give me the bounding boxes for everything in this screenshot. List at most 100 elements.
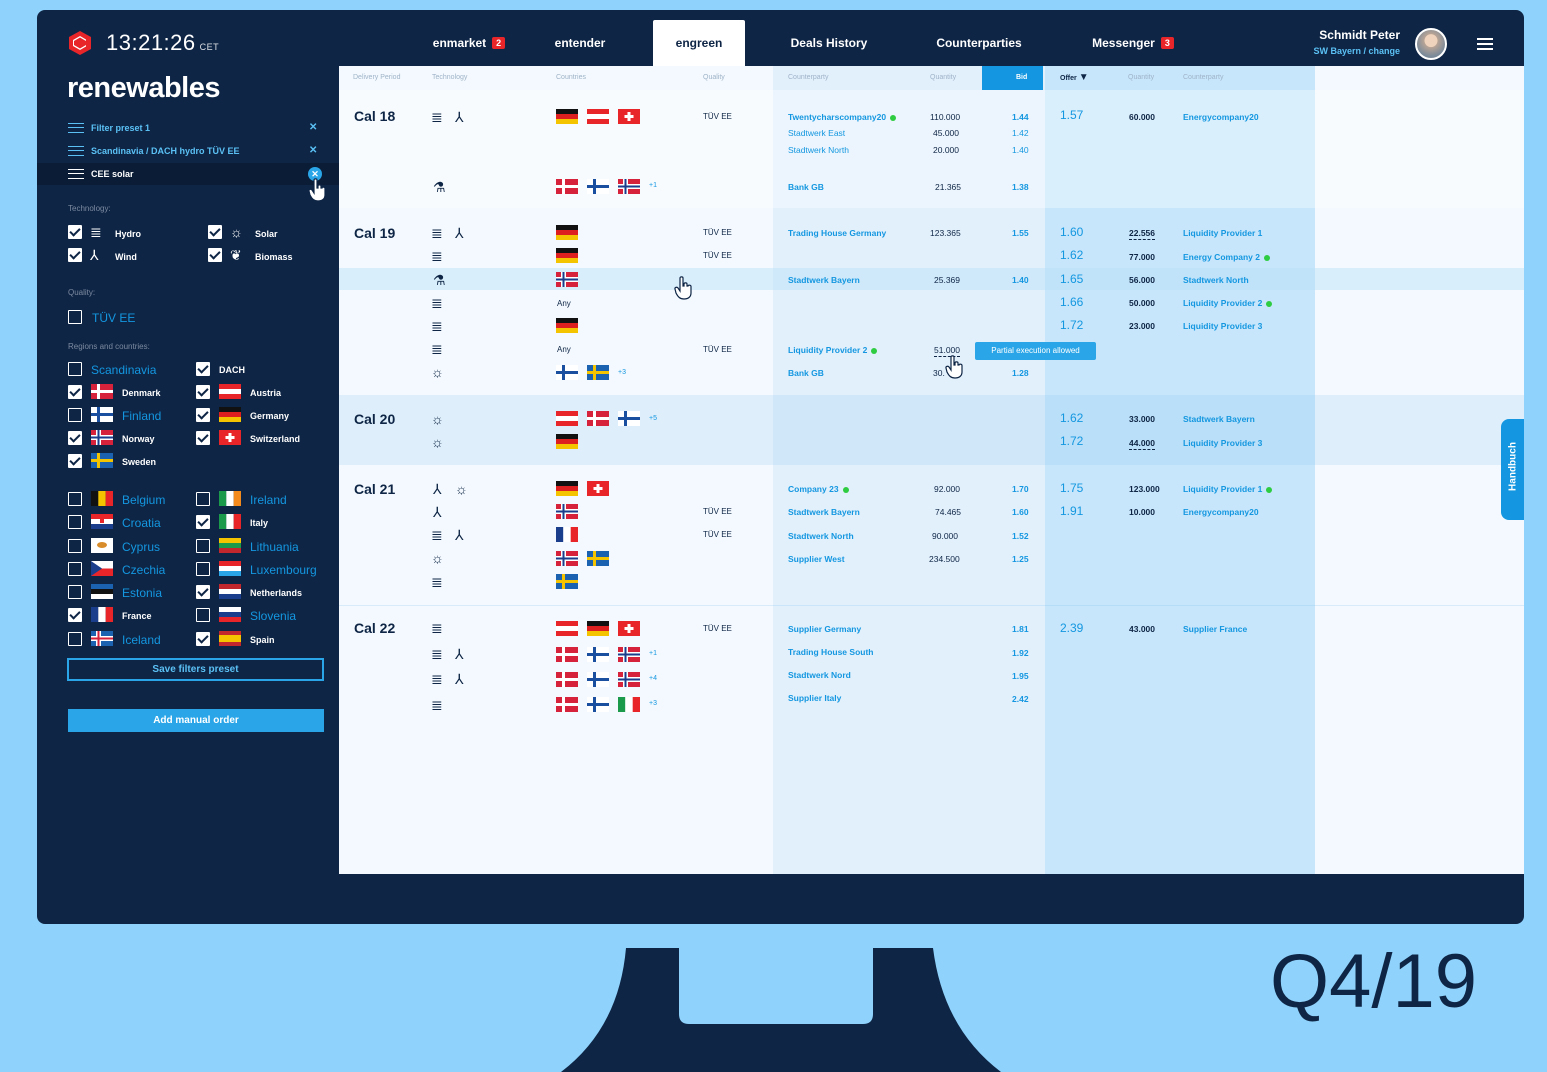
checkbox-denmark[interactable] bbox=[68, 385, 82, 399]
bid-price[interactable]: 1.25 bbox=[1012, 553, 1029, 565]
checkbox-hydro[interactable] bbox=[68, 225, 82, 239]
col-counterparty-bid[interactable]: Counterparty bbox=[788, 66, 828, 90]
offer-price[interactable]: 1.65 bbox=[1060, 273, 1083, 285]
more-countries[interactable]: +3 bbox=[618, 369, 626, 376]
offer-counterparty[interactable]: Liquidity Provider 3 bbox=[1183, 437, 1262, 449]
offer-price[interactable]: 2.39 bbox=[1060, 622, 1083, 634]
bid-counterparty[interactable]: Supplier Italy bbox=[788, 692, 841, 704]
offer-price[interactable]: 1.75 bbox=[1060, 482, 1083, 494]
bid-price[interactable]: 1.38 bbox=[1012, 181, 1029, 193]
more-countries[interactable]: +5 bbox=[649, 415, 657, 422]
checkbox-tuv-ee[interactable] bbox=[68, 310, 82, 324]
col-quality[interactable]: Quality bbox=[703, 66, 725, 90]
offer-counterparty[interactable]: Stadtwerk North bbox=[1183, 274, 1249, 286]
bid-counterparty[interactable]: Stadtwerk Bayern bbox=[788, 506, 860, 518]
bid-price[interactable]: 1.92 bbox=[1012, 647, 1029, 659]
checkbox-austria[interactable] bbox=[196, 385, 210, 399]
tab-counterparties[interactable]: Counterparties bbox=[928, 20, 1030, 66]
offer-counterparty[interactable]: Liquidity Provider 1 bbox=[1183, 227, 1262, 239]
save-filters-preset-button[interactable]: Save filters preset bbox=[67, 658, 324, 681]
col-offer[interactable]: Offer ▼ bbox=[1060, 66, 1089, 90]
checkbox-luxembourg[interactable] bbox=[196, 562, 210, 576]
bid-price[interactable]: 1.95 bbox=[1012, 670, 1029, 682]
tab-deals-history[interactable]: Deals History bbox=[782, 20, 876, 66]
bid-counterparty[interactable]: Stadtwerk North bbox=[788, 530, 854, 542]
offer-price[interactable]: 1.66 bbox=[1060, 296, 1083, 308]
offer-price[interactable]: 1.72 bbox=[1060, 319, 1083, 331]
checkbox-netherlands[interactable] bbox=[196, 585, 210, 599]
bid-counterparty[interactable]: Liquidity Provider 2 bbox=[788, 344, 878, 356]
tab-engreen[interactable]: engreen bbox=[653, 20, 745, 66]
checkbox-norway[interactable] bbox=[68, 431, 82, 445]
bid-counterparty[interactable]: Stadtwerk Bayern bbox=[788, 274, 860, 286]
checkbox-belgium[interactable] bbox=[68, 492, 82, 506]
tab-messenger[interactable]: Messenger 3 bbox=[1080, 20, 1186, 66]
bid-counterparty[interactable]: Supplier West bbox=[788, 553, 845, 565]
change-user-link[interactable]: SW Bayern / change bbox=[1300, 46, 1400, 56]
checkbox-lithuania[interactable] bbox=[196, 539, 210, 553]
checkbox-finland[interactable] bbox=[68, 408, 82, 422]
bid-price[interactable]: 1.81 bbox=[1012, 623, 1029, 635]
col-quantity-offer[interactable]: Quantity bbox=[1128, 66, 1154, 90]
col-countries[interactable]: Countries bbox=[556, 66, 586, 90]
checkbox-spain[interactable] bbox=[196, 632, 210, 646]
col-delivery-period[interactable]: Delivery Period bbox=[353, 66, 400, 90]
checkbox-croatia[interactable] bbox=[68, 515, 82, 529]
checkbox-italy[interactable] bbox=[196, 515, 210, 529]
bid-counterparty[interactable]: Bank GB bbox=[788, 181, 824, 193]
checkbox-estonia[interactable] bbox=[68, 585, 82, 599]
more-countries[interactable]: +4 bbox=[649, 675, 657, 682]
more-countries[interactable]: +1 bbox=[649, 182, 657, 189]
bid-price[interactable]: 1.60 bbox=[1012, 506, 1029, 518]
bid-price[interactable]: 1.55 bbox=[1012, 227, 1029, 239]
offer-counterparty[interactable]: Energycompany20 bbox=[1183, 506, 1259, 518]
avatar[interactable] bbox=[1415, 28, 1447, 60]
bid-counterparty[interactable]: Company 23 bbox=[788, 483, 849, 495]
offer-counterparty[interactable]: Liquidity Provider 3 bbox=[1183, 320, 1262, 332]
bid-price[interactable]: 1.28 bbox=[1012, 367, 1029, 379]
offer-counterparty[interactable]: Energycompany20 bbox=[1183, 111, 1259, 123]
more-countries[interactable]: +3 bbox=[649, 700, 657, 707]
tab-enmarket[interactable]: enmarket 2 bbox=[420, 20, 518, 66]
checkbox-scandinavia[interactable] bbox=[68, 362, 82, 376]
col-quantity-bid[interactable]: Quantity bbox=[930, 66, 956, 90]
checkbox-slovenia[interactable] bbox=[196, 608, 210, 622]
checkbox-ireland[interactable] bbox=[196, 492, 210, 506]
bid-counterparty[interactable]: Bank GB bbox=[788, 367, 824, 379]
checkbox-cyprus[interactable] bbox=[68, 539, 82, 553]
checkbox-solar[interactable] bbox=[208, 225, 222, 239]
bid-price[interactable]: 1.42 bbox=[1012, 127, 1029, 139]
bid-price[interactable]: 1.52 bbox=[1012, 530, 1029, 542]
add-manual-order-button[interactable]: Add manual order bbox=[68, 709, 324, 732]
checkbox-dach[interactable] bbox=[196, 362, 210, 376]
bid-counterparty[interactable]: Stadtwerk Nord bbox=[788, 669, 851, 681]
offer-counterparty[interactable]: Stadtwerk Bayern bbox=[1183, 413, 1255, 425]
bid-counterparty[interactable]: Supplier Germany bbox=[788, 623, 861, 635]
bid-counterparty[interactable]: Trading House South bbox=[788, 646, 873, 658]
offer-counterparty[interactable]: Energy Company 2 bbox=[1183, 251, 1270, 263]
offer-price[interactable]: 1.62 bbox=[1060, 412, 1083, 424]
tab-entender[interactable]: entender bbox=[540, 20, 620, 66]
close-icon[interactable]: ✕ bbox=[309, 117, 317, 139]
checkbox-france[interactable] bbox=[68, 608, 82, 622]
menu-icon[interactable] bbox=[1477, 38, 1493, 50]
close-icon[interactable]: ✕ bbox=[309, 140, 317, 162]
bid-price[interactable]: 1.70 bbox=[1012, 483, 1029, 495]
checkbox-germany[interactable] bbox=[196, 408, 210, 422]
offer-price[interactable]: 1.60 bbox=[1060, 226, 1083, 238]
offer-price[interactable]: 1.91 bbox=[1060, 505, 1083, 517]
bid-price[interactable]: 2.42 bbox=[1012, 693, 1029, 705]
col-counterparty-offer[interactable]: Counterparty bbox=[1183, 66, 1223, 90]
bid-price[interactable]: 1.40 bbox=[1012, 274, 1029, 286]
handbuch-tab[interactable]: Handbuch bbox=[1501, 419, 1524, 520]
checkbox-biomass[interactable] bbox=[208, 248, 222, 262]
bid-counterparty[interactable]: Trading House Germany bbox=[788, 227, 886, 239]
offer-counterparty[interactable]: Liquidity Provider 2 bbox=[1183, 297, 1273, 309]
checkbox-sweden[interactable] bbox=[68, 454, 82, 468]
checkbox-iceland[interactable] bbox=[68, 632, 82, 646]
checkbox-wind[interactable] bbox=[68, 248, 82, 262]
bid-counterparty[interactable]: Stadtwerk North bbox=[788, 144, 849, 156]
offer-price[interactable]: 1.62 bbox=[1060, 249, 1083, 261]
offer-counterparty[interactable]: Supplier France bbox=[1183, 623, 1247, 635]
preset-scandinavia-dach[interactable]: Scandinavia / DACH hydro TÜV EE ✕ bbox=[37, 140, 339, 162]
